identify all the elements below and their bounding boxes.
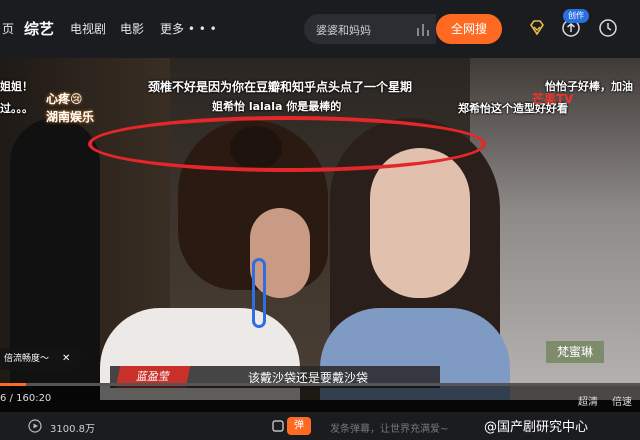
nav-item-variety[interactable]: 综艺 [24,18,54,39]
sponsor-tag: 梵蜜琳 [546,341,604,363]
danmaku-input[interactable]: 发条弹幕，让世界充满爱~ [330,420,448,435]
play-count-icon [28,419,42,433]
search-query: 婆婆和妈妈 [316,24,371,37]
play-count: 3100.8万 [50,424,95,435]
nav-item-movie[interactable]: 电影 [120,20,144,37]
channel-logo-subtext: 湖南娱乐 [46,110,95,124]
time-display: 6 / 160:20 [0,393,52,404]
quality-button[interactable]: 超清 [578,393,598,408]
nav-item-home[interactable]: 页 [2,20,14,37]
clock-icon[interactable] [598,18,618,38]
fluency-tip-text: 倍流畅度～ [4,354,50,364]
danmaku-comment: 颈椎不好是因为你在豆瓣和知乎点头点了一个星期 [148,80,413,94]
video-person-right-face [370,148,470,298]
danmaku-button[interactable]: 弹 [287,417,311,435]
mgtv-logo: 芒果TV [532,92,574,106]
speed-button[interactable]: 倍速 [612,393,632,408]
search-input[interactable]: 婆婆和妈妈 [304,14,436,44]
search-button[interactable]: 全网搜 [436,14,502,44]
video-earring [252,258,266,328]
bottom-bar: 3100.8万 弹 发条弹幕，让世界充满爱~ @国产剧研究中心 [0,412,640,440]
top-nav-bar: 页 综艺 电视剧 电影 更多 • • • 婆婆和妈妈 全网搜 创作 [0,0,640,58]
create-badge: 创作 [563,9,589,23]
close-icon[interactable]: ✕ [62,348,70,370]
video-player[interactable]: 颈椎不好是因为你在豆瓣和知乎点头点了一个星期 姐姐！ 过。。。 怡怡子好棒，加油… [0,58,640,400]
danmaku-comment: 过。。。 [0,102,33,115]
player-controls: 6 / 160:20 超清 倍速 [0,386,640,412]
total-time: 160:20 [16,393,52,404]
channel-logo-text: 心疼😢 [46,92,83,106]
danmaku-comment: 姐姐！ [0,80,33,93]
fluency-tip: 倍流畅度～ ✕ [0,348,82,370]
danmaku-comment: 姐希怡 lalala 你是最棒的 [212,100,342,113]
highlight-circle [88,116,486,172]
hot-rank-icon[interactable] [416,22,430,36]
diamond-icon[interactable] [527,18,547,38]
nav-item-tv[interactable]: 电视剧 [70,20,106,37]
current-time: 6 [0,393,7,404]
danmaku-toggle-icon[interactable] [272,419,284,433]
watermark: @国产剧研究中心 [484,420,589,435]
nav-item-more[interactable]: 更多 • • • [160,20,217,37]
